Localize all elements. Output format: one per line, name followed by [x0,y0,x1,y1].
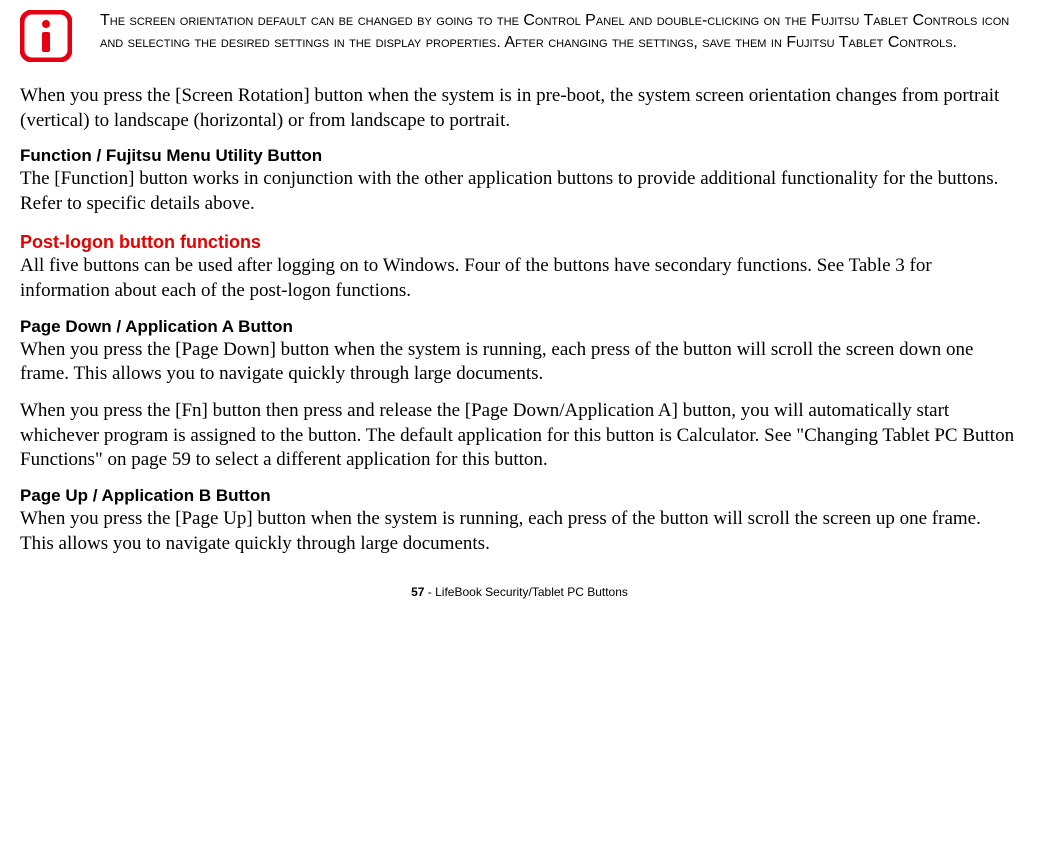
paragraph-function-button: The [Function] button works in conjuncti… [20,167,1019,216]
paragraph-screen-rotation: When you press the [Screen Rotation] but… [20,84,1019,133]
footer-title: LifeBook Security/Tablet PC Buttons [435,585,628,599]
page-footer: 57 - LifeBook Security/Tablet PC Buttons [20,585,1019,601]
page-number: 57 [411,585,424,599]
footer-separator: - [424,585,435,599]
paragraph-page-down-2: When you press the [Fn] button then pres… [20,399,1019,473]
paragraph-page-up: When you press the [Page Up] button when… [20,507,1019,556]
paragraph-post-logon: All five buttons can be used after loggi… [20,254,1019,303]
note-text: The screen orientation default can be ch… [100,10,1019,55]
paragraph-page-down-1: When you press the [Page Down] button wh… [20,338,1019,387]
note-box: The screen orientation default can be ch… [20,10,1019,62]
heading-page-up-b: Page Up / Application B Button [20,485,1019,507]
info-icon [20,10,72,62]
heading-page-down-a: Page Down / Application A Button [20,316,1019,338]
heading-function-button: Function / Fujitsu Menu Utility Button [20,145,1019,167]
heading-post-logon: Post-logon button functions [20,231,1019,254]
